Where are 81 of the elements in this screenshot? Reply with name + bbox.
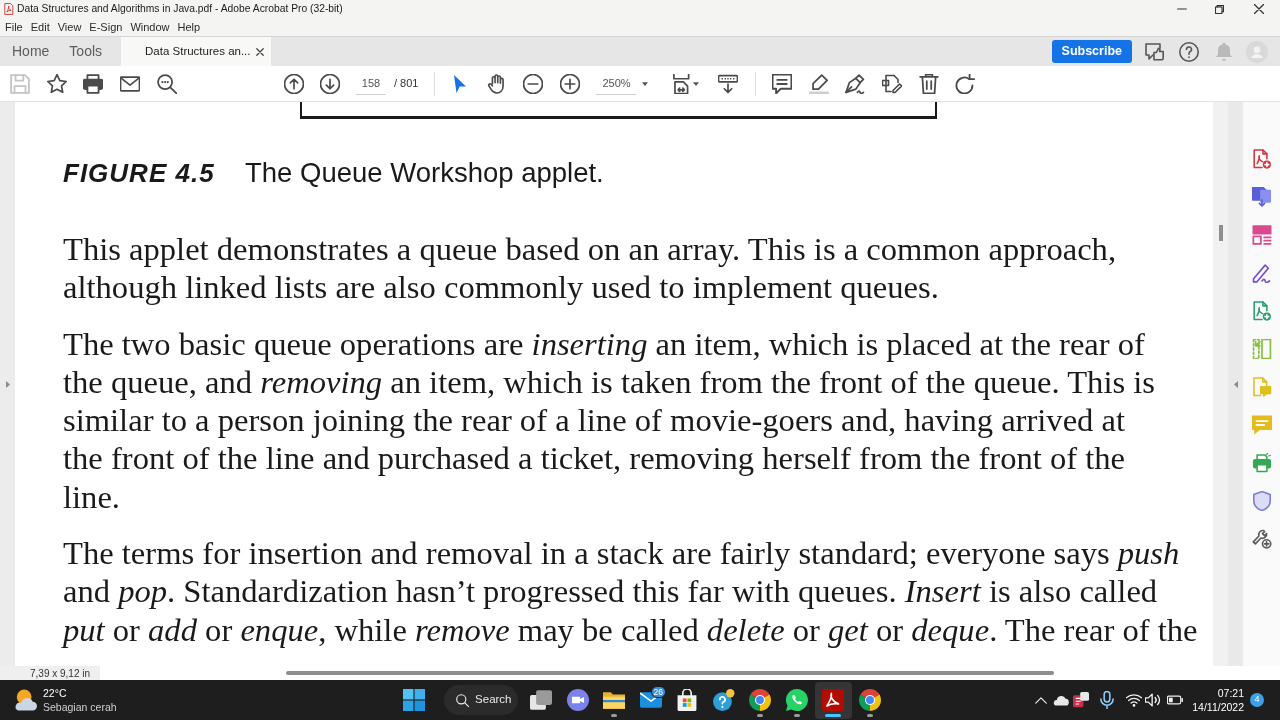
windows-logo-icon[interactable] — [402, 689, 425, 711]
pen-nib-icon[interactable] — [845, 73, 866, 94]
pdf-add-icon[interactable] — [1251, 301, 1272, 321]
zoom-field[interactable]: 250% — [596, 72, 637, 95]
weather-condition[interactable]: Sebagian cerah — [43, 700, 117, 714]
star-icon[interactable] — [47, 73, 67, 94]
microphone-icon[interactable] — [1100, 691, 1114, 709]
taskbar-button[interactable] — [815, 681, 852, 719]
tab[interactable]: Tools — [59, 36, 113, 67]
page-total: / 801 — [394, 76, 419, 92]
hand-icon[interactable] — [486, 73, 507, 94]
search-button[interactable]: Search — [444, 685, 519, 715]
close-icon[interactable] — [256, 47, 265, 56]
subscribe-button[interactable]: Subscribe — [1051, 40, 1132, 63]
tab[interactable]: Home — [2, 36, 60, 67]
document-export-icon[interactable] — [1251, 187, 1272, 207]
weather-sun-cloud-icon[interactable] — [14, 689, 38, 711]
menu-item[interactable]: E-Sign — [89, 18, 123, 36]
organize-pages-icon[interactable] — [1251, 225, 1272, 245]
paragraph: The two basic queue operations are inserting an item, which is placed at the rear of the queue, and removing an item, which is taken from the front of the queue. This is similar to a person joining the rear of a line of movie-goers and, having arrived at the front of the line and purchased a ticket, removing herself from the front of the line. — [63, 324, 1156, 517]
page-size: 7,39 x 9,12 in — [30, 666, 91, 681]
weather-temperature[interactable]: 22°C — [43, 686, 117, 700]
battery-icon[interactable] — [1167, 695, 1183, 705]
scroll-mode-icon[interactable] — [718, 73, 739, 94]
tab[interactable]: Data Structures an... — [121, 36, 272, 67]
menu-item[interactable]: File — [5, 18, 23, 36]
comment-icon[interactable] — [772, 73, 793, 94]
rotate-icon[interactable] — [955, 73, 976, 94]
help-icon[interactable] — [1179, 41, 1199, 62]
paragraph: The terms for insertion and removal in a stack are fairly standard; everyone says push and pop. Standardization hasn’t progressed this far with queues. Insert is also called put or add or enque, while remove may be called delete or get or deque. The rear of the — [63, 534, 1199, 649]
shield-icon[interactable] — [1251, 491, 1272, 511]
printer-icon[interactable] — [83, 73, 103, 94]
horizontal-scrollbar-thumb[interactable] — [286, 671, 1054, 675]
acrobat-logo-icon[interactable] — [822, 689, 845, 711]
paragraph: This applet demonstrates a queue based on an array. This is a common approach, although linked lists are also commonly used to implement queues. — [63, 230, 1118, 307]
documents-icon[interactable] — [1073, 692, 1089, 708]
notification-badge: 26 — [650, 685, 667, 698]
video-chat-icon[interactable] — [566, 689, 589, 711]
caret-down-icon[interactable] — [693, 81, 700, 86]
clock-time[interactable]: 07:21 — [1217, 686, 1244, 700]
document-edit-icon[interactable] — [882, 73, 903, 94]
figure-caption: The Queue Workshop applet. — [245, 156, 604, 191]
menu-item[interactable]: Edit — [30, 18, 50, 36]
scrollbar-thumb[interactable] — [1218, 225, 1223, 241]
search-icon[interactable] — [456, 693, 470, 707]
speaker-icon[interactable] — [1145, 693, 1161, 707]
clock-date[interactable]: 14/11/2022 — [1192, 700, 1244, 714]
trash-icon[interactable] — [919, 73, 940, 94]
page-fit-icon[interactable] — [671, 73, 692, 94]
chrome-icon[interactable] — [749, 689, 772, 711]
search-icon[interactable] — [157, 73, 177, 94]
pen-signature-icon[interactable] — [1251, 263, 1272, 283]
restore-icon[interactable] — [1215, 4, 1224, 14]
close-icon[interactable] — [1254, 4, 1264, 14]
chat-bubble-icon[interactable] — [785, 689, 808, 711]
menu-item[interactable]: Window — [130, 18, 170, 36]
expand-panel-icon[interactable] — [5, 380, 10, 388]
envelope-icon[interactable] — [120, 73, 140, 94]
pdf-add-icon[interactable] — [1251, 149, 1272, 169]
zoom-in-icon[interactable] — [560, 73, 581, 94]
shopping-bag-icon[interactable] — [676, 689, 699, 711]
figure-label: FIGURE 4.5 — [63, 156, 216, 190]
chrome-icon[interactable] — [858, 689, 881, 711]
page-number-field[interactable]: 158 — [356, 72, 386, 95]
feedback-icon[interactable] — [1145, 41, 1165, 62]
caret-down-icon[interactable] — [642, 81, 649, 86]
wrench-plus-icon[interactable] — [1251, 529, 1272, 549]
highlighter-icon[interactable] — [809, 73, 830, 94]
task-view-icon[interactable] — [530, 689, 553, 711]
help-circle-icon[interactable] — [712, 689, 735, 711]
folder-icon[interactable] — [603, 689, 626, 711]
wifi-icon[interactable] — [1126, 693, 1142, 707]
envelope-icon[interactable] — [639, 689, 662, 711]
pdf-file-icon — [4, 3, 14, 15]
zoom-out-icon[interactable] — [523, 73, 544, 94]
window-title: Data Structures and Algorithms in Java.pdf - Adobe Acrobat Pro (32-bit) — [17, 2, 343, 17]
menu-item[interactable]: View — [57, 18, 82, 36]
collapse-panel-icon[interactable] — [1233, 380, 1238, 388]
cloud-icon[interactable] — [1053, 694, 1069, 706]
chevron-up-icon[interactable] — [1035, 696, 1047, 704]
menu-item[interactable]: Help — [177, 18, 201, 36]
